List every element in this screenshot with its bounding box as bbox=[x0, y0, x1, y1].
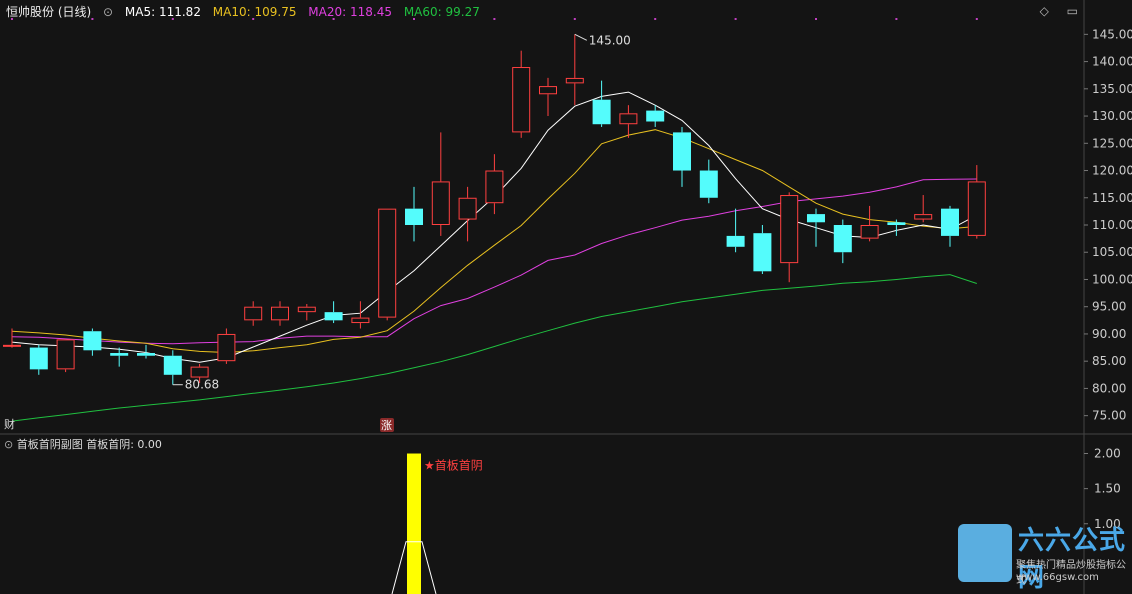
candle-body bbox=[110, 353, 129, 356]
top-dot-marker bbox=[734, 18, 737, 20]
y-tick-label: 95.00 bbox=[1092, 300, 1126, 314]
candle-body bbox=[699, 170, 718, 198]
signal-label: ★首板首阴 bbox=[424, 459, 483, 473]
y-tick-label: 100.00 bbox=[1092, 272, 1132, 286]
y-tick-label: 80.00 bbox=[1092, 381, 1126, 395]
top-dot-marker bbox=[895, 18, 898, 20]
y-tick-label: 110.00 bbox=[1092, 218, 1132, 232]
candle-body bbox=[405, 208, 423, 225]
candle-body bbox=[458, 197, 477, 220]
candle-body bbox=[217, 333, 236, 362]
badge-zhang: 涨 bbox=[381, 419, 392, 432]
candle-body bbox=[753, 233, 772, 272]
candle-body bbox=[271, 306, 289, 321]
candle-body bbox=[485, 170, 504, 204]
candle-body bbox=[29, 347, 48, 370]
candle-body bbox=[539, 86, 557, 95]
top-dot-marker bbox=[413, 18, 415, 20]
top-dot-marker bbox=[171, 18, 174, 20]
y-tick-label: 130.00 bbox=[1092, 109, 1132, 123]
top-dot-marker bbox=[493, 18, 496, 20]
y-tick-label: 90.00 bbox=[1092, 327, 1126, 341]
y-tick-label: 125.00 bbox=[1092, 136, 1132, 150]
candle-body bbox=[83, 331, 102, 351]
candle-body bbox=[941, 208, 959, 236]
candle-body bbox=[56, 339, 75, 370]
y-tick-label: 140.00 bbox=[1092, 55, 1132, 69]
sub-y-tick-label: 1.50 bbox=[1094, 482, 1121, 496]
top-dot-marker bbox=[332, 18, 335, 20]
candle-body bbox=[592, 99, 611, 125]
y-tick-label: 115.00 bbox=[1092, 191, 1132, 205]
brand-url: www.66gsw.com bbox=[1016, 572, 1099, 583]
candle-body bbox=[967, 181, 986, 236]
badge-cai: 财 bbox=[4, 417, 15, 431]
candle-body bbox=[860, 225, 879, 239]
candle-body bbox=[780, 195, 799, 264]
candle-body bbox=[673, 132, 691, 171]
y-tick-label: 75.00 bbox=[1092, 409, 1126, 423]
candle-body bbox=[297, 306, 316, 313]
candle-body bbox=[887, 222, 906, 225]
candle-body bbox=[914, 214, 933, 220]
candle-body bbox=[833, 225, 852, 253]
sub-y-tick-label: 2.00 bbox=[1094, 447, 1121, 461]
ma5-line bbox=[11, 91, 978, 363]
watermark: 六六公式网 聚焦热门精品炒股指标公式 www.66gsw.com bbox=[958, 520, 1128, 593]
candle-body bbox=[324, 312, 343, 321]
candle-body bbox=[190, 366, 209, 378]
candle-body bbox=[3, 344, 21, 347]
candle-body bbox=[137, 353, 155, 356]
candle-body bbox=[807, 214, 825, 223]
top-dot-marker bbox=[815, 18, 817, 20]
high-marker-line bbox=[574, 33, 588, 41]
y-tick-label: 120.00 bbox=[1092, 164, 1132, 178]
y-tick-label: 135.00 bbox=[1092, 82, 1132, 96]
candle-body bbox=[726, 235, 745, 247]
y-tick-label: 105.00 bbox=[1092, 245, 1132, 259]
top-dot-marker bbox=[654, 18, 657, 20]
candle-body bbox=[646, 110, 665, 122]
candle-body bbox=[431, 181, 450, 225]
top-dot-marker bbox=[573, 18, 576, 20]
indicator-bar bbox=[407, 453, 421, 594]
y-tick-label: 85.00 bbox=[1092, 354, 1126, 368]
kline-chart[interactable]: 75.00 80.00 85.00 90.00 95.00 100.00 105.00 110… bbox=[0, 0, 1132, 594]
top-dot-marker bbox=[252, 18, 255, 20]
top-dot-marker bbox=[975, 18, 978, 20]
candle-body bbox=[512, 67, 531, 133]
low-price-label: 80.68 bbox=[185, 378, 219, 392]
y-tick-label: 145.00 bbox=[1092, 27, 1132, 41]
brand-logo-icon bbox=[958, 524, 1012, 582]
high-price-label: 145.00 bbox=[589, 33, 631, 47]
top-dot-marker bbox=[11, 18, 13, 20]
candle-body bbox=[244, 306, 263, 321]
top-dot-marker bbox=[91, 18, 94, 20]
candle-body bbox=[619, 113, 638, 125]
candle-body bbox=[163, 355, 182, 375]
candle-body bbox=[378, 208, 397, 318]
candle-body bbox=[565, 77, 584, 84]
candle-body bbox=[351, 317, 370, 324]
ma60-line bbox=[11, 274, 977, 422]
